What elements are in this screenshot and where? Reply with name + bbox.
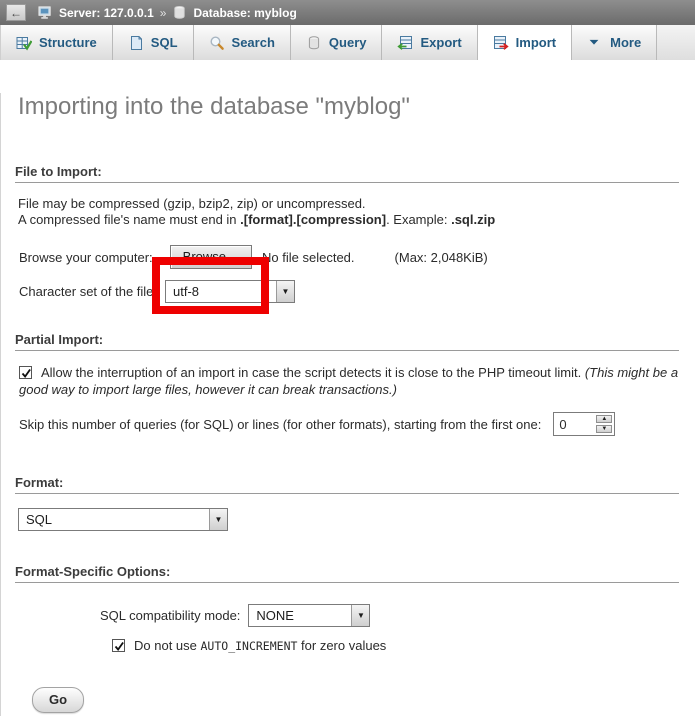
sql-compatibility-value: NONE — [249, 605, 351, 626]
section-title-partial-import: Partial Import: — [15, 332, 679, 351]
back-button[interactable]: ← — [6, 4, 26, 21]
import-page: Importing into the database "myblog" Fil… — [0, 93, 695, 716]
chevron-down-icon[interactable]: ▼ — [276, 281, 294, 302]
charset-select[interactable]: utf-8 ▼ — [165, 280, 295, 303]
compression-info-line2: A compressed file's name must end in .[f… — [18, 212, 681, 228]
tab-search-label: Search — [232, 35, 275, 50]
tab-import[interactable]: Import — [478, 25, 572, 60]
format-select[interactable]: SQL ▼ — [18, 508, 228, 531]
section-title-format: Format: — [15, 475, 679, 494]
tab-structure[interactable]: Structure — [1, 25, 113, 60]
tab-structure-label: Structure — [39, 35, 97, 50]
auto-increment-suffix: for zero values — [297, 638, 386, 653]
auto-increment-option: Do not use AUTO_INCREMENT for zero value… — [112, 638, 681, 653]
tab-more[interactable]: More — [572, 25, 657, 60]
go-button[interactable]: Go — [32, 687, 84, 713]
line2-format-pattern: .[format].[compression] — [240, 212, 386, 227]
section-title-format-specific-options: Format-Specific Options: — [15, 564, 679, 583]
database-icon — [172, 5, 187, 20]
page-title: Importing into the database "myblog" — [18, 93, 681, 121]
tab-sql[interactable]: SQL — [113, 25, 194, 60]
interrupt-text: Allow the interruption of an import in c… — [41, 365, 585, 380]
browse-row: Browse your computer: Browse… No file se… — [19, 244, 681, 270]
section-title-file-to-import: File to Import: — [15, 164, 679, 183]
export-icon — [397, 35, 413, 51]
browse-button[interactable]: Browse… — [170, 245, 252, 269]
sql-compatibility-label: SQL compatibility mode: — [100, 608, 240, 623]
chevron-down-icon — [587, 35, 603, 51]
tab-bar: Structure SQL Search Query — [0, 25, 695, 60]
breadcrumb-bar: ← Server: 127.0.0.1 » Database: myblog — [0, 0, 695, 25]
tab-import-label: Import — [516, 35, 556, 50]
back-arrow-icon: ← — [10, 6, 22, 20]
skip-row: Skip this number of queries (for SQL) or… — [19, 411, 681, 437]
format-select-value: SQL — [19, 509, 209, 530]
line2-prefix: A compressed file's name must end in — [18, 212, 240, 227]
server-icon — [38, 5, 53, 20]
line2-example: .sql.zip — [451, 212, 495, 227]
auto-increment-checkbox[interactable] — [112, 639, 125, 652]
no-file-selected-text: No file selected. — [262, 250, 355, 265]
auto-increment-prefix: Do not use — [134, 638, 201, 653]
auto-increment-code: AUTO_INCREMENT — [201, 639, 298, 653]
skip-number-input[interactable]: 0 ▲ ▼ — [553, 412, 615, 436]
import-icon — [493, 35, 509, 51]
spinner-down-icon[interactable]: ▼ — [596, 425, 612, 433]
search-icon — [209, 35, 225, 51]
tab-query[interactable]: Query — [291, 25, 383, 60]
interrupt-checkbox[interactable] — [19, 366, 32, 379]
charset-row: Character set of the file: utf-8 ▼ — [19, 279, 681, 303]
skip-spinner: ▲ ▼ — [594, 413, 614, 435]
breadcrumb-database[interactable]: Database: myblog — [193, 6, 296, 20]
skip-label: Skip this number of queries (for SQL) or… — [19, 417, 541, 432]
interrupt-option: Allow the interruption of an import in c… — [19, 365, 681, 398]
charset-label: Character set of the file: — [19, 284, 157, 299]
tab-query-label: Query — [329, 35, 367, 50]
charset-select-value: utf-8 — [166, 281, 276, 302]
tab-sql-label: SQL — [151, 35, 178, 50]
tab-export[interactable]: Export — [382, 25, 477, 60]
chevron-down-icon[interactable]: ▼ — [351, 605, 369, 626]
checkbox-check-icon — [113, 640, 126, 653]
skip-number-value: 0 — [554, 413, 594, 435]
chevron-down-icon[interactable]: ▼ — [209, 509, 227, 530]
sql-icon — [128, 35, 144, 51]
checkbox-check-icon — [20, 367, 33, 380]
query-icon — [306, 35, 322, 51]
sql-compatibility-row: SQL compatibility mode: NONE ▼ — [100, 603, 681, 627]
tabbar-filler — [657, 25, 695, 60]
spinner-up-icon[interactable]: ▲ — [596, 415, 612, 423]
structure-icon — [16, 35, 32, 51]
tab-export-label: Export — [420, 35, 461, 50]
line2-mid: . Example: — [386, 212, 451, 227]
breadcrumb-server[interactable]: Server: 127.0.0.1 — [59, 6, 154, 20]
max-size-note: (Max: 2,048KiB) — [395, 250, 488, 265]
tab-more-label: More — [610, 35, 641, 50]
compression-info-line1: File may be compressed (gzip, bzip2, zip… — [18, 196, 681, 212]
breadcrumb-separator: » — [160, 6, 167, 20]
sql-compatibility-select[interactable]: NONE ▼ — [248, 604, 370, 627]
browse-label: Browse your computer: — [19, 250, 153, 265]
tab-search[interactable]: Search — [194, 25, 291, 60]
